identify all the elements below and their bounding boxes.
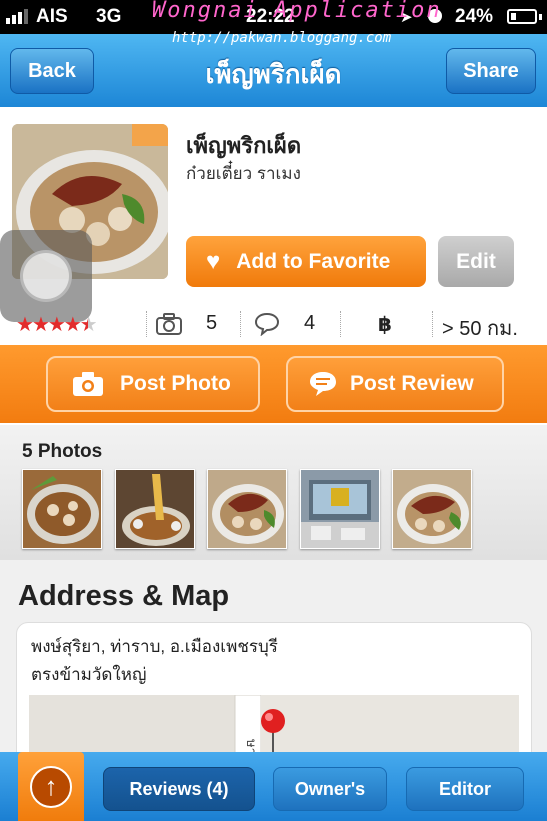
tab-reviews-label: Reviews (4) — [129, 778, 229, 799]
action-bar: Post Photo Post Review — [0, 345, 547, 423]
photo-thumbnail[interactable] — [115, 469, 195, 549]
divider — [240, 311, 242, 337]
scroll-to-top-button[interactable]: ↑ — [18, 752, 84, 821]
photo-thumbnail[interactable] — [392, 469, 472, 549]
half-star-icon: ★ — [79, 314, 98, 336]
carrier-name: AIS — [36, 6, 68, 27]
signal-bar — [12, 15, 16, 24]
watermark-url: http://pakwan.bloggang.com — [172, 30, 392, 46]
tab-reviews[interactable]: Reviews (4) — [103, 767, 255, 811]
star-icon: ★ — [31, 314, 50, 336]
camera-icon — [73, 372, 103, 396]
tab-owners-label: Owner's — [294, 778, 366, 799]
star-icon: ★ — [63, 314, 82, 336]
photo-thumbnail[interactable] — [300, 469, 380, 549]
address-line-2: ตรงข้ามวัดใหญ่ — [31, 665, 147, 684]
signal-bar — [24, 9, 28, 24]
review-count: 4 — [304, 312, 316, 334]
photos-count-label: 5 Photos — [22, 441, 103, 462]
speech-bubble-icon — [254, 312, 280, 336]
edit-button[interactable]: Edit — [438, 236, 514, 287]
photo-thumbnail[interactable] — [207, 469, 287, 549]
star-icon: ★ — [16, 314, 34, 336]
assistive-touch-button[interactable] — [0, 230, 92, 322]
post-photo-button[interactable]: Post Photo — [46, 356, 260, 412]
price-level: ฿ — [378, 314, 392, 336]
assistive-touch-ring — [20, 250, 72, 302]
status-bar: AIS 3G 22:22 ➤ 24% Wongnai Application — [0, 0, 547, 34]
back-button-label: Back — [28, 59, 76, 82]
address-heading: Address & Map — [18, 580, 230, 612]
speech-bubble-icon — [310, 372, 336, 396]
post-review-button[interactable]: Post Review — [286, 356, 504, 412]
divider — [432, 311, 434, 337]
post-photo-label: Post Photo — [120, 372, 231, 395]
divider — [146, 311, 148, 337]
signal-bar — [6, 18, 10, 24]
add-to-favorite-label: Add to Favorite — [236, 249, 391, 273]
address-line-1: พงษ์สุริยา, ท่าราบ, อ.เมืองเพชรบุรี — [31, 637, 278, 656]
watermark-title: Wongnai Application — [152, 0, 442, 23]
battery-icon — [507, 9, 537, 24]
battery-percent: 24% — [455, 6, 494, 27]
share-button-label: Share — [463, 59, 519, 82]
photo-count: 5 — [206, 312, 218, 334]
divider — [340, 311, 342, 337]
restaurant-name: เพ็ญพริกเผ็ด — [186, 133, 302, 158]
address-section: Address & Map พงษ์สุริยา, ท่าราบ, อ.เมือ… — [0, 560, 547, 774]
heart-icon: ♥ — [206, 247, 221, 275]
battery-fill — [511, 13, 516, 20]
tab-editor[interactable]: Editor — [406, 767, 524, 811]
edit-button-label: Edit — [456, 249, 496, 273]
rating-stars: ★★★★★ — [16, 312, 98, 337]
tab-editor-label: Editor — [439, 778, 491, 799]
battery-tip — [539, 14, 542, 20]
share-button[interactable]: Share — [446, 48, 536, 94]
arrow-up-icon: ↑ — [30, 766, 72, 808]
star-icon: ★ — [47, 314, 66, 336]
photo-thumbnail[interactable] — [22, 469, 102, 549]
network-type: 3G — [96, 6, 122, 27]
camera-icon — [156, 313, 182, 335]
back-button[interactable]: Back — [10, 48, 94, 94]
post-review-label: Post Review — [350, 372, 474, 395]
signal-bar — [18, 12, 22, 24]
tab-owners[interactable]: Owner's — [273, 767, 387, 811]
photos-section: 5 Photos — [0, 425, 547, 560]
restaurant-category[interactable]: ก๋วยเตี๋ยว ราเมง — [186, 160, 301, 187]
distance: > 50 กม. — [442, 318, 518, 340]
add-to-favorite-button[interactable]: ♥ Add to Favorite — [186, 236, 426, 287]
page-title: เพ็ญพริกเผ็ด — [205, 59, 342, 89]
